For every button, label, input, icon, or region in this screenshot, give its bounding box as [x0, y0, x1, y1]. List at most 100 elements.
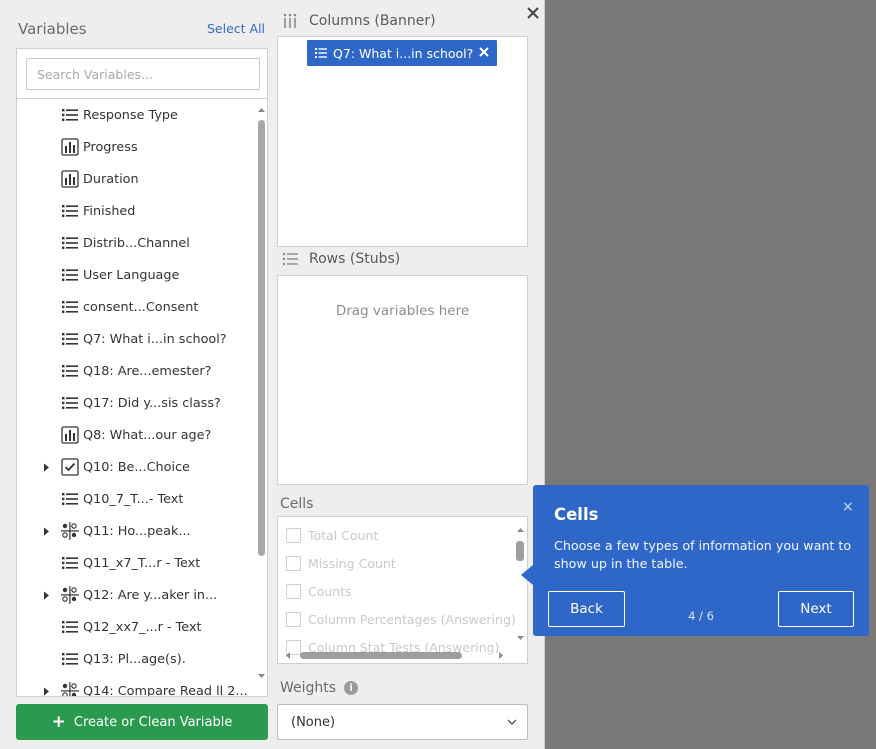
cell-option[interactable]: Column Percentages (Answering) [286, 609, 516, 629]
table-builder-panel: Variables Select All Response Type Progre… [0, 0, 545, 749]
scroll-up-arrow-icon[interactable] [257, 106, 266, 115]
variable-item[interactable]: Q13: Pl...age(s). [17, 643, 255, 675]
variable-label: consent...Consent [83, 299, 199, 315]
rows-title: Rows (Stubs) [309, 251, 401, 267]
cell-option-label: Column Percentages (Answering) [308, 611, 516, 627]
variable-label: Q12: Are y...aker in... [83, 587, 218, 603]
variable-item[interactable]: Q18: Are...emester? [17, 355, 255, 387]
scroll-right-arrow-icon[interactable] [496, 651, 505, 660]
variable-item[interactable]: Q7: What i...in school? [17, 323, 255, 355]
list-icon [61, 202, 79, 220]
variable-item[interactable]: Q8: What...our age? [17, 419, 255, 451]
remove-chip-icon[interactable] [477, 45, 491, 59]
scroll-up-arrow-icon[interactable] [516, 526, 525, 535]
scrollbar-thumb[interactable] [258, 120, 265, 556]
checkbox-icon [61, 458, 79, 476]
rows-icon [282, 251, 298, 267]
variable-item[interactable]: Q10_7_T...- Text [17, 483, 255, 515]
matrix-icon [61, 586, 79, 604]
search-area [17, 49, 267, 99]
variable-item[interactable]: Q14: Compare Read ll 2... [17, 675, 255, 696]
scroll-down-arrow-icon[interactable] [257, 671, 266, 680]
cell-option[interactable]: Counts [286, 581, 352, 601]
cell-option[interactable]: Missing Count [286, 553, 396, 573]
variable-label: Q18: Are...emester? [83, 363, 212, 379]
columns-icon [282, 13, 298, 29]
expand-arrow-icon[interactable] [41, 590, 51, 600]
list-icon [61, 266, 79, 284]
weights-dropdown[interactable]: (None) [277, 704, 528, 740]
variable-label: Duration [83, 171, 139, 187]
variable-label: Q17: Did y...sis class? [83, 395, 221, 411]
step-indicator: 4 / 6 [688, 609, 714, 623]
variable-label: Distrib...Channel [83, 235, 190, 251]
expand-arrow-icon[interactable] [41, 526, 51, 536]
plus-icon: + [51, 711, 66, 732]
list-icon [61, 650, 79, 668]
select-all-link[interactable]: Select All [207, 21, 265, 36]
variable-label: Q10: Be...Choice [83, 459, 190, 475]
variable-label: Finished [83, 203, 136, 219]
cell-option-checkbox[interactable] [286, 583, 301, 599]
search-variables-input[interactable] [26, 58, 260, 90]
variable-item[interactable]: Progress [17, 131, 255, 163]
tooltip-close-icon[interactable]: × [842, 499, 854, 515]
weights-value: (None) [291, 714, 336, 730]
list-icon [61, 298, 79, 316]
tooltip-pointer [521, 565, 533, 585]
modal-overlay [545, 0, 876, 749]
cell-option-checkbox[interactable] [286, 527, 301, 543]
variable-item[interactable]: Response Type [17, 100, 255, 131]
variable-item[interactable]: Duration [17, 163, 255, 195]
expand-arrow-icon[interactable] [41, 686, 51, 696]
variable-item[interactable]: Q11: Ho...peak... [17, 515, 255, 547]
variables-list: Response Type Progress Duration Finished Dis… [17, 100, 255, 696]
drag-hint: Drag variables here [335, 303, 470, 319]
chevron-down-icon [507, 719, 517, 725]
cell-option[interactable]: Total Count [286, 525, 378, 545]
close-icon[interactable] [524, 4, 542, 22]
scroll-down-arrow-icon[interactable] [516, 633, 525, 642]
weights-header: Weights i [280, 680, 359, 696]
variable-label: Q12_xx7_...r - Text [83, 619, 202, 635]
columns-drop-zone[interactable]: Q7: What i...in school? [277, 36, 528, 247]
bar-chart-icon [61, 138, 79, 156]
variables-list-box: Response Type Progress Duration Finished Dis… [16, 48, 268, 697]
variable-label: Q14: Compare Read ll 2... [83, 683, 248, 697]
list-icon [61, 234, 79, 252]
variables-scrollbar[interactable] [256, 100, 267, 696]
variable-item[interactable]: Q10: Be...Choice [17, 451, 255, 483]
list-icon [61, 330, 79, 348]
bar-chart-icon [61, 426, 79, 444]
cells-horizontal-scrollbar[interactable] [282, 649, 512, 661]
next-button[interactable]: Next [778, 591, 854, 627]
rows-drop-zone[interactable]: Drag variables here [277, 275, 528, 485]
variable-item[interactable]: Q12_xx7_...r - Text [17, 611, 255, 643]
list-icon [61, 618, 79, 636]
variable-item[interactable]: Q11_x7_T...r - Text [17, 547, 255, 579]
variable-item[interactable]: Finished [17, 195, 255, 227]
list-icon [61, 554, 79, 572]
column-variable-chip[interactable]: Q7: What i...in school? [307, 40, 497, 66]
back-button[interactable]: Back [548, 591, 625, 627]
rows-header: Rows (Stubs) [282, 251, 400, 267]
cells-title: Cells [280, 496, 314, 512]
variable-item[interactable]: User Language [17, 259, 255, 291]
scrollbar-thumb[interactable] [300, 652, 462, 659]
scroll-left-arrow-icon[interactable] [284, 651, 293, 660]
scrollbar-thumb[interactable] [516, 541, 524, 561]
list-icon [61, 362, 79, 380]
variable-label: User Language [83, 267, 180, 283]
create-variable-button[interactable]: + Create or Clean Variable [16, 704, 268, 740]
variable-item[interactable]: Q12: Are y...aker in... [17, 579, 255, 611]
variable-label: Q7: What i...in school? [83, 331, 227, 347]
cells-vertical-scrollbar[interactable] [514, 523, 526, 647]
cell-option-checkbox[interactable] [286, 555, 301, 571]
variable-item[interactable]: Q17: Did y...sis class? [17, 387, 255, 419]
cell-option-checkbox[interactable] [286, 611, 301, 627]
variable-item[interactable]: consent...Consent [17, 291, 255, 323]
onboarding-tooltip: Cells × Choose a few types of informatio… [521, 485, 869, 636]
expand-arrow-icon[interactable] [41, 462, 51, 472]
info-icon[interactable]: i [344, 681, 359, 695]
variable-item[interactable]: Distrib...Channel [17, 227, 255, 259]
